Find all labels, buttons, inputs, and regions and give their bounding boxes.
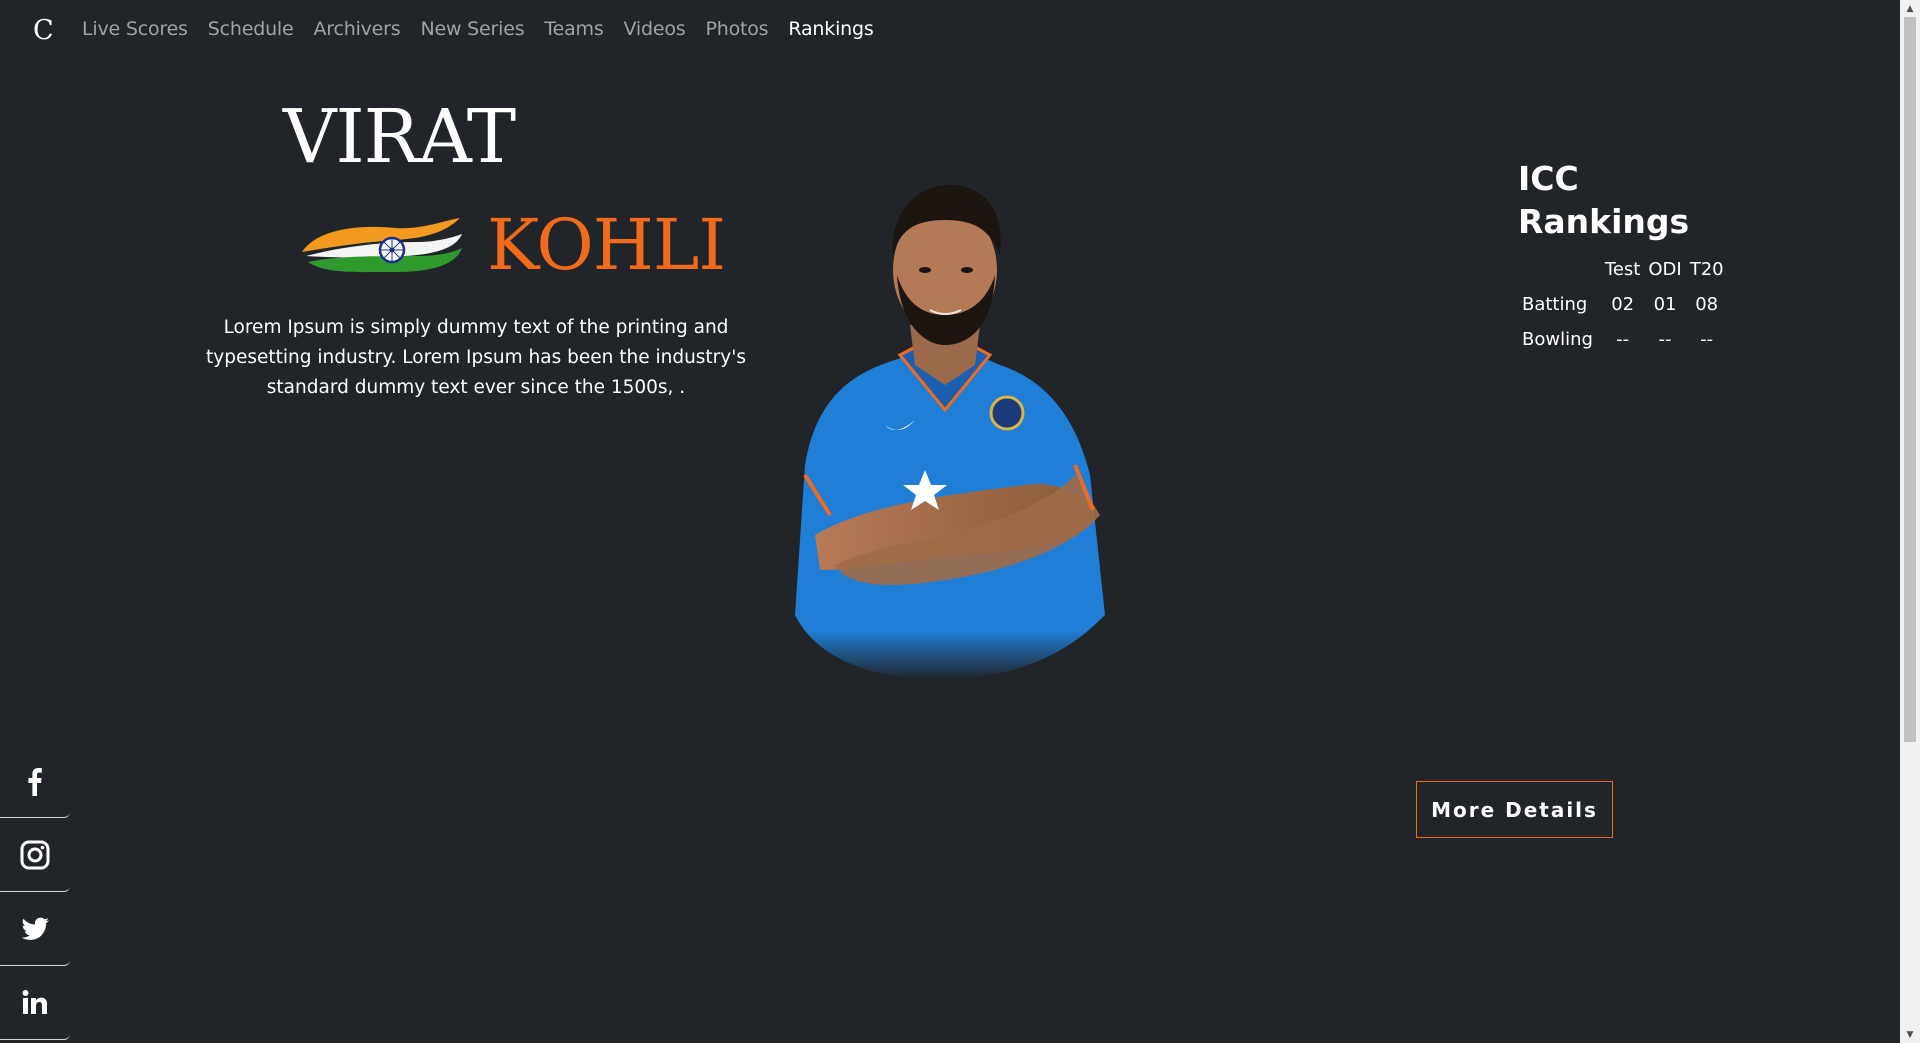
player-description: Lorem Ipsum is simply dummy text of the … [206,317,746,398]
rankings-cell: 02 [1611,294,1635,315]
rankings-table: Test ODI T20 Batting 02 01 08 Bowling --… [1518,252,1728,357]
instagram-link[interactable] [0,818,70,892]
facebook-icon [28,767,42,796]
top-navbar: C Live Scores Schedule Archivers New Ser… [0,0,1900,66]
india-flag-icon [302,218,462,273]
rankings-row-label: Batting [1522,294,1588,315]
page-scrollbar[interactable]: ▲ ▼ [1900,0,1920,1043]
rankings-cell: -- [1658,329,1672,350]
social-links [0,744,70,1040]
player-first-name: VIRAT [283,94,516,180]
player-last-name: KOHLI [487,204,726,286]
twitter-icon [21,917,49,940]
linkedin-link[interactable] [0,966,70,1040]
rankings-title: ICC Rankings [1518,157,1689,243]
rankings-col-odi: ODI [1648,259,1682,280]
scrollbar-thumb[interactable] [1904,17,1916,742]
nav-link-live-scores[interactable]: Live Scores [82,18,188,40]
rankings-row-batting: Batting 02 01 08 [1518,287,1728,322]
instagram-icon [20,840,50,869]
nav-link-rankings[interactable]: Rankings [788,18,873,40]
nav-link-archivers[interactable]: Archivers [313,18,400,40]
rankings-col-test: Test [1604,259,1641,280]
rankings-cell: 08 [1695,294,1719,315]
brand-logo[interactable]: C [33,15,54,46]
rankings-row-label: Bowling [1522,329,1593,350]
rankings-title-line1: ICC [1518,159,1579,198]
rankings-cell: -- [1616,329,1630,350]
scroll-down-arrow-icon[interactable]: ▼ [1900,1026,1920,1043]
rankings-cell: 01 [1653,294,1677,315]
player-photo [795,184,1105,680]
rankings-corner-cell [1518,252,1601,287]
rankings-col-t20: T20 [1689,259,1724,280]
nav-link-photos[interactable]: Photos [705,18,768,40]
nav-link-teams[interactable]: Teams [544,18,603,40]
nav-link-schedule[interactable]: Schedule [208,18,294,40]
nav-link-new-series[interactable]: New Series [421,18,525,40]
rankings-cell: -- [1700,329,1714,350]
rankings-title-line2: Rankings [1518,202,1690,241]
nav-links: Live Scores Schedule Archivers New Serie… [82,18,874,40]
nav-link-videos[interactable]: Videos [624,18,686,40]
scroll-up-arrow-icon[interactable]: ▲ [1900,0,1920,17]
facebook-link[interactable] [0,744,70,818]
rankings-row-bowling: Bowling -- -- -- [1518,322,1728,357]
linkedin-icon [22,989,47,1014]
more-details-button[interactable]: More Details [1416,781,1613,838]
rankings-header-row: Test ODI T20 [1518,252,1728,287]
twitter-link[interactable] [0,892,70,966]
